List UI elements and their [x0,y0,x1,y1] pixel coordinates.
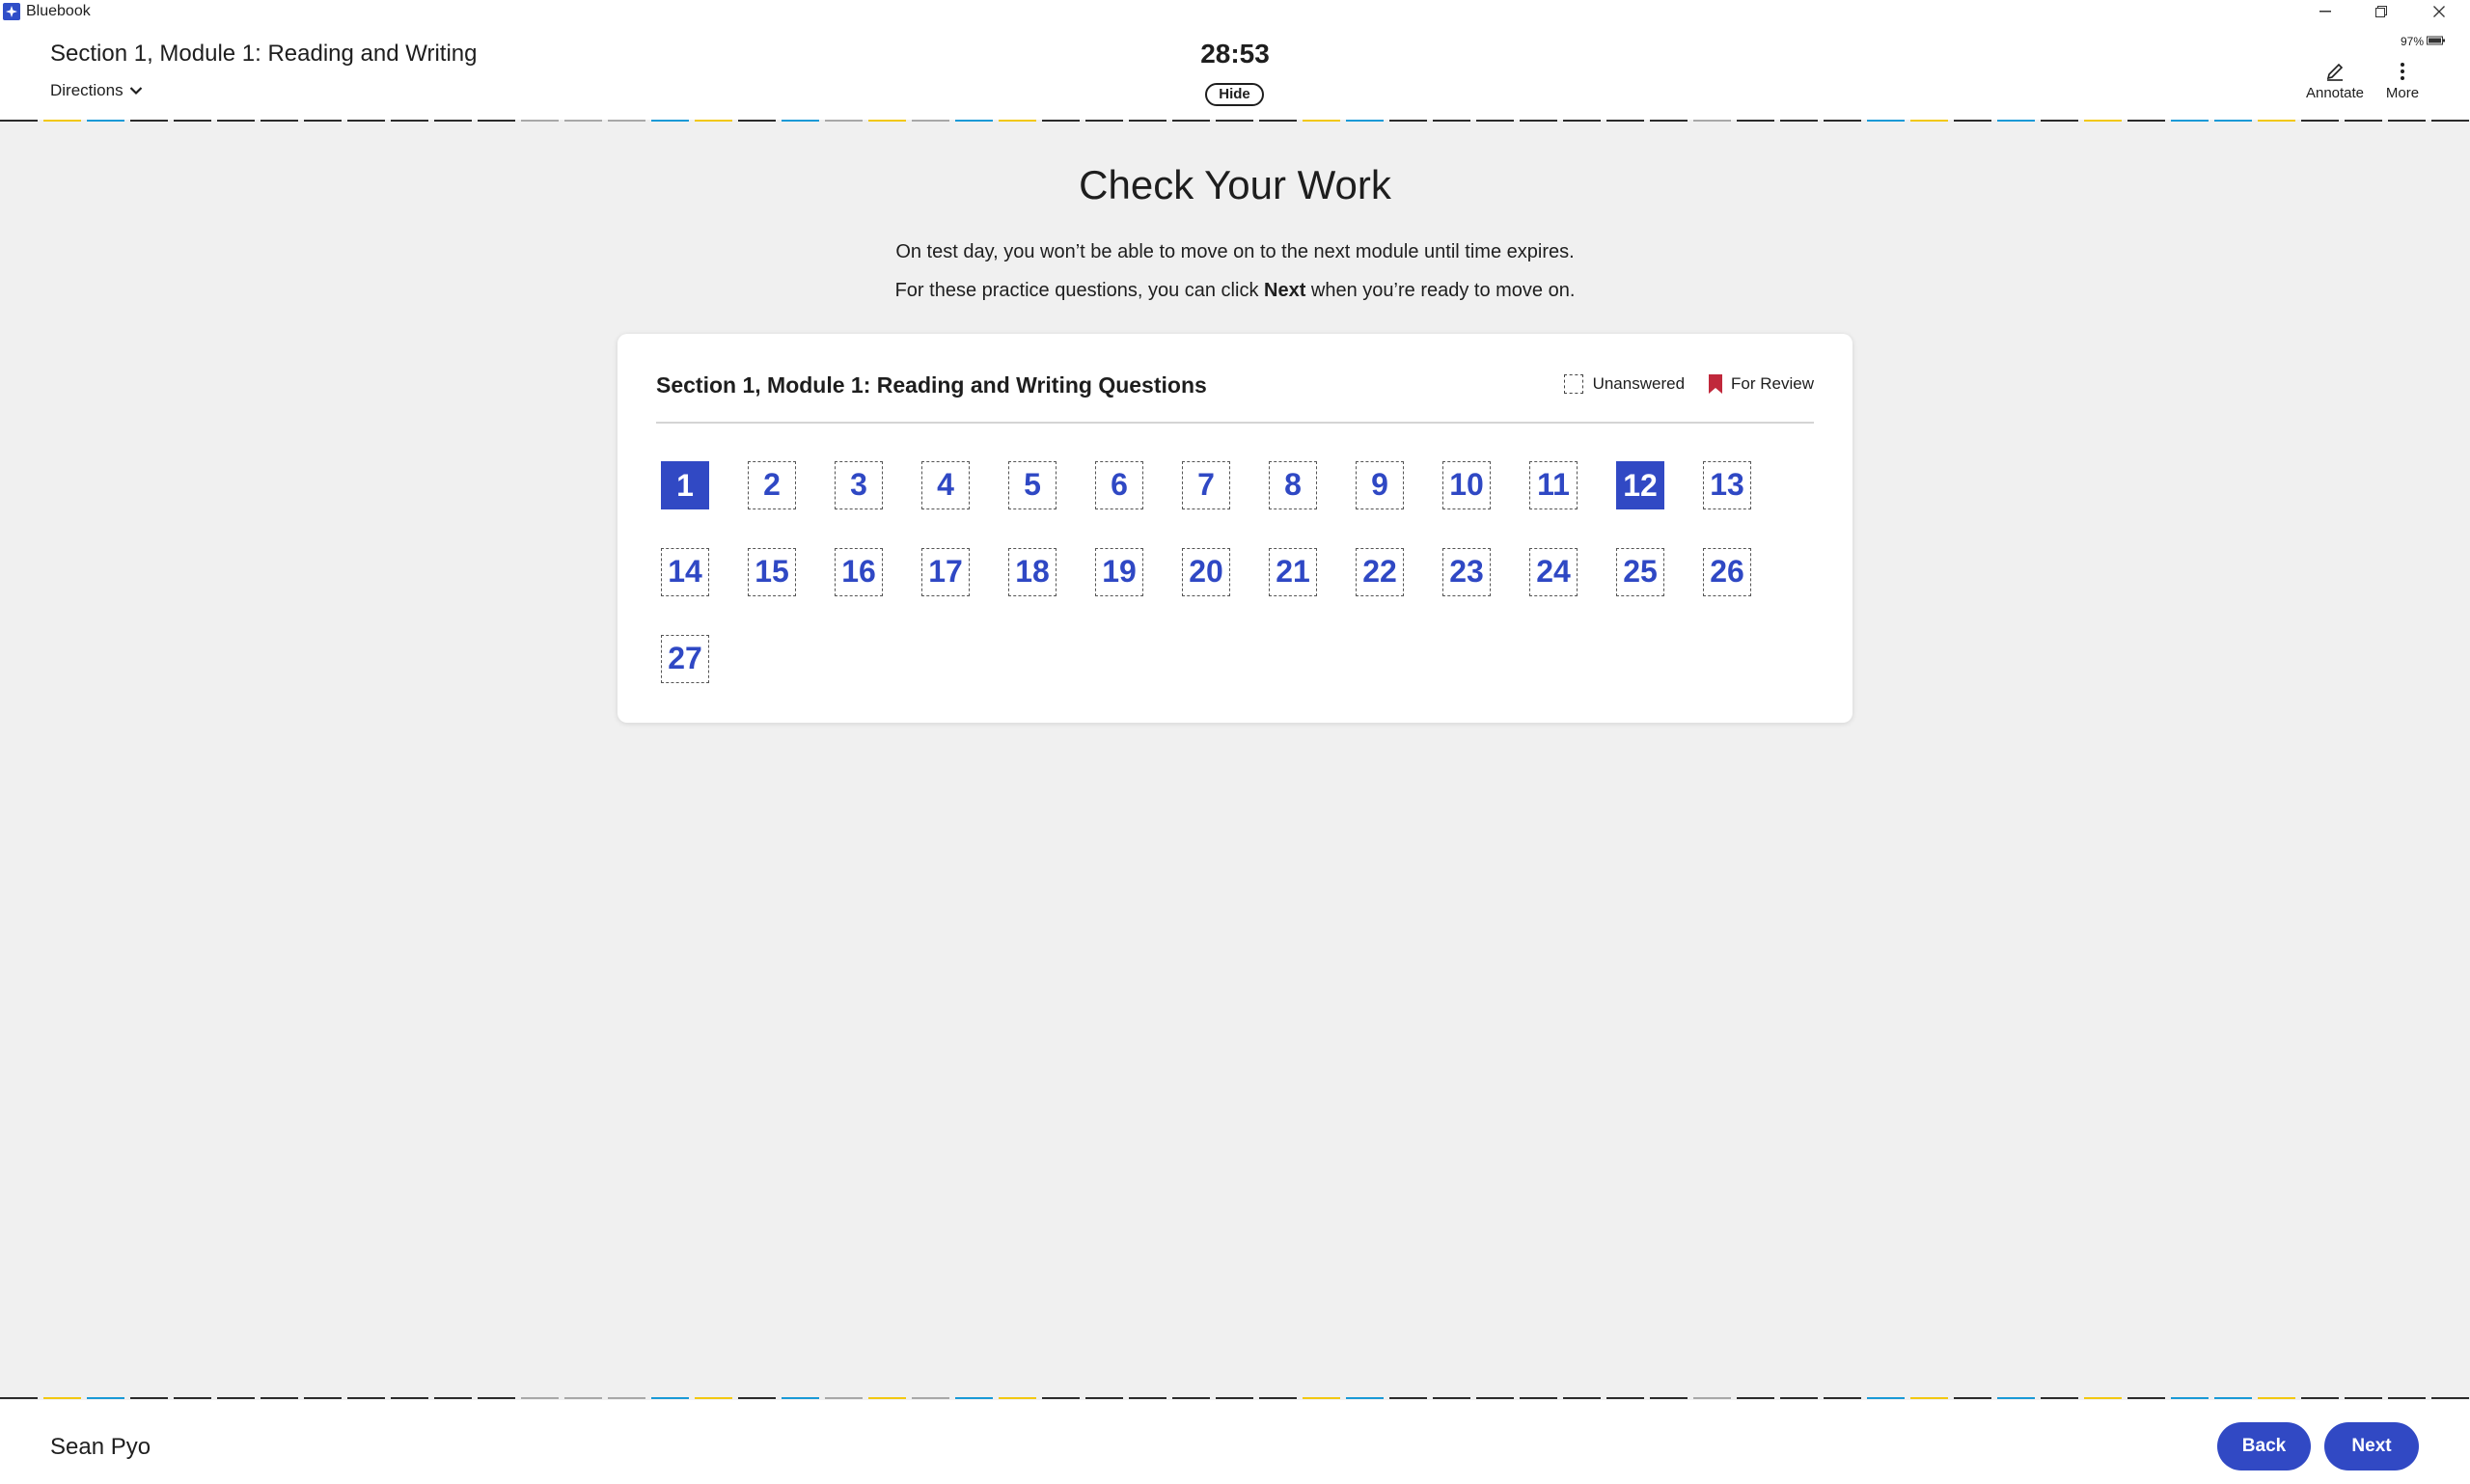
instructions-text-pre: For these practice questions, you can cl… [894,280,1264,301]
pencil-icon [2296,58,2374,85]
question-button-6[interactable]: 6 [1095,461,1143,509]
instructions-line-2: For these practice questions, you can cl… [0,280,2470,302]
directions-toggle[interactable]: Directions [50,81,143,100]
more-button[interactable]: More [2364,58,2441,101]
question-button-2[interactable]: 2 [748,461,796,509]
question-button-24[interactable]: 24 [1529,548,1578,596]
question-button-25[interactable]: 25 [1616,548,1664,596]
more-label: More [2385,85,2420,101]
question-button-23[interactable]: 23 [1442,548,1491,596]
close-icon[interactable] [2412,0,2466,23]
card-divider [656,422,1814,424]
bookmark-icon [1708,374,1723,394]
exam-header: Section 1, Module 1: Reading and Writing… [0,23,2470,120]
instructions-line-1: On test day, you won’t be able to move o… [895,241,1575,262]
student-name: Sean Pyo [50,1434,151,1460]
app-title: Bluebook [26,3,91,19]
question-button-26[interactable]: 26 [1703,548,1751,596]
window-titlebar: Bluebook [0,0,2470,23]
minimize-icon[interactable] [2298,0,2352,23]
card-title: Section 1, Module 1: Reading and Writing… [656,372,1207,398]
question-button-16[interactable]: 16 [835,548,883,596]
question-button-3[interactable]: 3 [835,461,883,509]
question-button-20[interactable]: 20 [1182,548,1230,596]
review-legend-label: For Review [1731,374,1814,393]
battery-icon [2427,35,2446,48]
chevron-down-icon [129,81,143,100]
instructions-next-keyword: Next [1264,280,1306,301]
question-button-15[interactable]: 15 [748,548,796,596]
question-button-5[interactable]: 5 [1008,461,1057,509]
question-button-10[interactable]: 10 [1442,461,1491,509]
bluebook-logo-icon [3,3,20,20]
page-title: Check Your Work [1079,162,1391,207]
question-button-4[interactable]: 4 [921,461,970,509]
next-button[interactable]: Next [2324,1422,2419,1470]
restore-icon[interactable] [2354,0,2408,23]
question-button-7[interactable]: 7 [1182,461,1230,509]
header-dashed-border [0,120,2469,122]
countdown-timer: 28:53 [1200,39,1270,69]
hide-timer-button[interactable]: Hide [1205,83,1264,106]
battery-status: 97% [2401,35,2446,48]
section-title: Section 1, Module 1: Reading and Writing [50,41,478,67]
question-button-14[interactable]: 14 [661,548,709,596]
question-navigator-card: Section 1, Module 1: Reading and Writing… [618,334,1852,723]
unanswered-legend-icon [1563,374,1583,394]
legend: Unanswered For Review [1563,374,1814,394]
exam-footer: Sean Pyo Back Next [0,1400,2470,1484]
back-button[interactable]: Back [2217,1422,2311,1470]
question-button-12[interactable]: 12 [1616,461,1664,509]
directions-label: Directions [50,81,124,99]
question-button-17[interactable]: 17 [921,548,970,596]
question-button-22[interactable]: 22 [1356,548,1404,596]
question-button-21[interactable]: 21 [1269,548,1317,596]
question-button-9[interactable]: 9 [1356,461,1404,509]
annotate-button[interactable]: Annotate [2296,58,2374,101]
unanswered-legend-label: Unanswered [1592,374,1686,393]
question-button-27[interactable]: 27 [661,635,709,683]
question-button-13[interactable]: 13 [1703,461,1751,509]
question-button-8[interactable]: 8 [1269,461,1317,509]
question-button-18[interactable]: 18 [1008,548,1057,596]
question-button-11[interactable]: 11 [1529,461,1578,509]
more-vertical-icon [2364,58,2441,85]
question-button-19[interactable]: 19 [1095,548,1143,596]
annotate-label: Annotate [2305,85,2365,101]
instructions-text-post: when you’re ready to move on. [1305,280,1576,301]
battery-percent: 97% [2401,35,2425,48]
question-button-1[interactable]: 1 [661,461,709,509]
